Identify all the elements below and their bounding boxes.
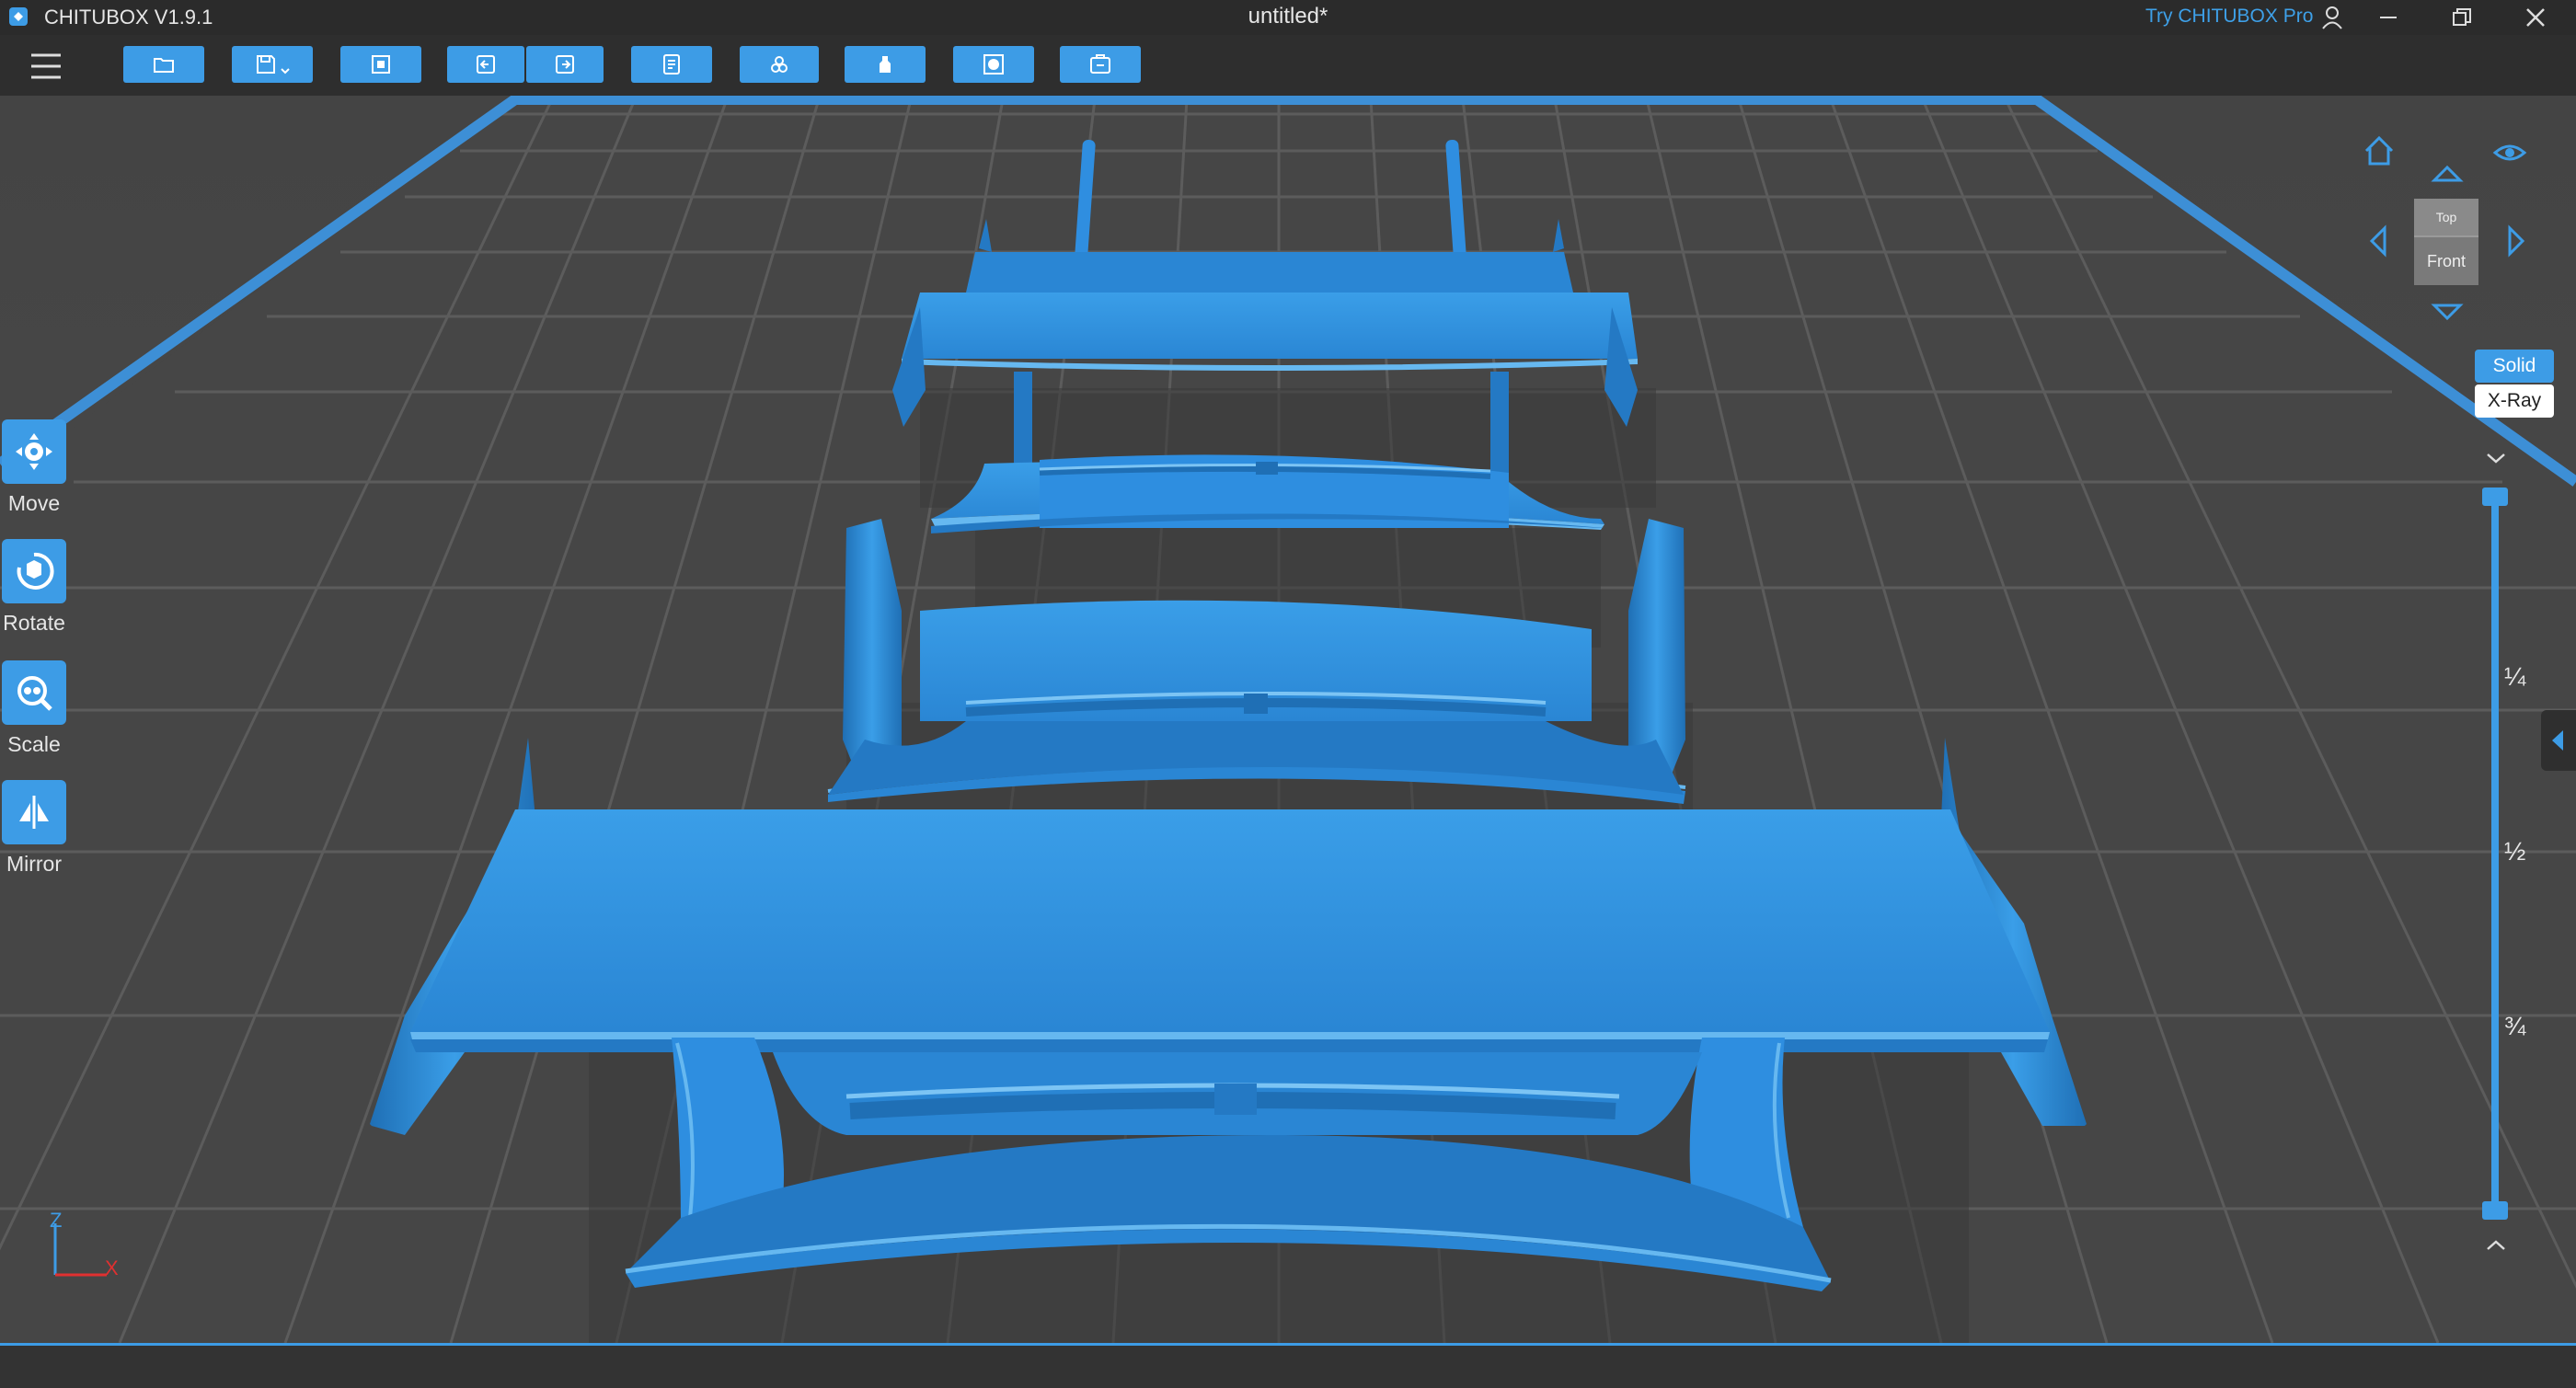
close-icon xyxy=(2526,8,2545,27)
view-cube-top[interactable]: Top xyxy=(2414,199,2478,235)
rotate-tool[interactable]: Rotate xyxy=(0,539,68,636)
maximize-button[interactable] xyxy=(2432,0,2491,35)
open-file-button[interactable] xyxy=(123,46,204,83)
slice-button[interactable] xyxy=(1060,46,1141,83)
mirror-icon xyxy=(19,796,49,829)
folder-icon xyxy=(154,58,174,73)
status-bar xyxy=(0,1343,2576,1388)
close-button[interactable] xyxy=(2506,0,2565,35)
layout-icon xyxy=(771,56,788,73)
rotate-right-icon[interactable] xyxy=(2497,223,2534,259)
slider-mark-three-quarters: ¾ xyxy=(2504,1012,2526,1040)
layer-slider-upper-handle[interactable] xyxy=(2482,488,2508,506)
auto-layout-button[interactable] xyxy=(740,46,819,83)
import-button[interactable] xyxy=(340,46,421,83)
mirror-tool[interactable]: Mirror xyxy=(0,780,68,877)
settings-button[interactable] xyxy=(631,46,712,83)
chevron-down-icon[interactable] xyxy=(2484,451,2508,465)
view-cube[interactable]: Top Front xyxy=(2414,199,2478,285)
menu-button[interactable] xyxy=(26,48,66,85)
undo-button[interactable] xyxy=(447,46,524,83)
rotate-label: Rotate xyxy=(3,611,65,635)
chevron-down-icon xyxy=(281,68,290,75)
minimize-icon xyxy=(2380,17,2397,18)
eye-icon[interactable] xyxy=(2491,134,2528,171)
supports-icon xyxy=(880,56,891,73)
xray-mode-button[interactable]: X-Ray xyxy=(2475,384,2554,418)
layer-slider-track[interactable] xyxy=(2491,493,2499,1216)
move-label: Move xyxy=(7,491,61,515)
app-logo-icon xyxy=(9,7,28,26)
slider-mark-quarter: ¼ xyxy=(2504,662,2526,691)
save-button[interactable] xyxy=(232,46,313,83)
layer-slider-lower-handle[interactable] xyxy=(2482,1201,2508,1220)
minimize-button[interactable] xyxy=(2359,0,2418,35)
axis-z-label: Z xyxy=(50,1209,63,1232)
side-panel-toggle[interactable] xyxy=(2541,710,2576,771)
hamburger-icon xyxy=(31,53,61,79)
undo-icon xyxy=(477,55,495,74)
chevron-up-icon[interactable] xyxy=(2484,1238,2508,1253)
save-icon xyxy=(257,55,275,74)
3d-viewport[interactable]: Z X xyxy=(0,94,2576,1347)
rotate-up-icon[interactable] xyxy=(2429,156,2466,193)
home-view-icon[interactable] xyxy=(2361,132,2398,169)
axis-x-label: X xyxy=(105,1256,119,1279)
redo-icon xyxy=(556,55,574,74)
redo-button[interactable] xyxy=(526,46,604,83)
mirror-label: Mirror xyxy=(6,852,63,876)
rotate-left-icon[interactable] xyxy=(2361,223,2398,259)
settings-icon xyxy=(663,54,680,75)
app-title: CHITUBOX V1.9.1 xyxy=(44,6,213,29)
user-account-icon[interactable] xyxy=(2318,4,2346,31)
restore-icon xyxy=(2453,8,2471,26)
rotate-icon xyxy=(17,552,54,590)
move-tool[interactable]: Move xyxy=(0,419,68,516)
scale-tool[interactable]: Scale xyxy=(0,660,68,757)
scale-label: Scale xyxy=(7,732,61,756)
title-bar: CHITUBOX V1.9.1 untitled* Try CHITUBOX P… xyxy=(0,0,2576,35)
hollow-button[interactable] xyxy=(953,46,1034,83)
view-cube-front[interactable]: Front xyxy=(2414,235,2478,285)
slider-mark-half: ½ xyxy=(2504,837,2526,866)
try-pro-link[interactable]: Try CHITUBOX Pro xyxy=(2145,6,2313,28)
build-plate-scene xyxy=(0,94,2576,1347)
move-icon xyxy=(16,433,52,470)
hollow-icon xyxy=(983,54,1004,75)
rotate-down-icon[interactable] xyxy=(2429,293,2466,329)
supports-button[interactable] xyxy=(845,46,926,83)
scale-icon xyxy=(17,676,52,711)
chevron-left-icon xyxy=(2552,730,2563,751)
toolbar xyxy=(0,35,2576,98)
slice-icon xyxy=(1090,54,1110,74)
import-icon xyxy=(372,55,390,74)
solid-mode-button[interactable]: Solid xyxy=(2475,350,2554,383)
